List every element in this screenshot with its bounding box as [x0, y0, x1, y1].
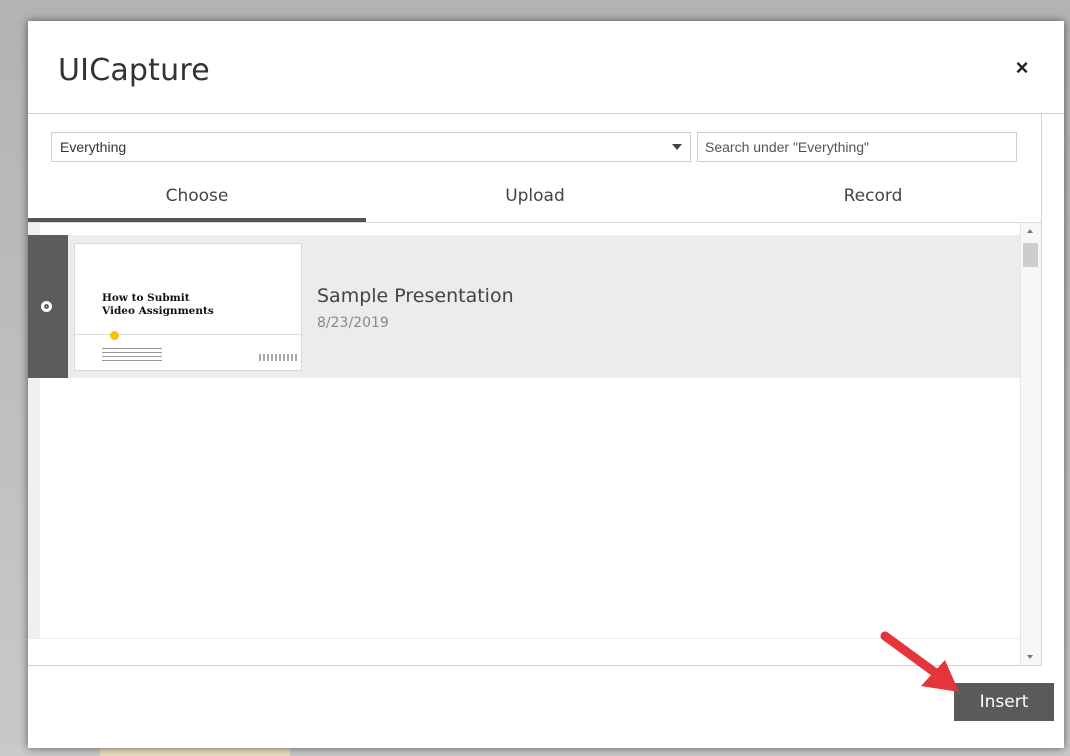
- dialog-header: UICapture ×: [28, 21, 1064, 114]
- search-input[interactable]: [697, 132, 1017, 162]
- lightbulb-icon: [110, 331, 119, 340]
- item-radio-button[interactable]: [41, 301, 52, 312]
- category-select-value: Everything: [60, 139, 127, 155]
- uicapture-dialog: UICapture × Everything Choose Upload Rec…: [28, 21, 1064, 748]
- item-select-column: [28, 235, 68, 378]
- item-thumbnail: How to Submit Video Assignments: [74, 243, 302, 371]
- scroll-up-icon[interactable]: [1027, 229, 1033, 233]
- chevron-down-icon: [672, 144, 682, 150]
- category-select[interactable]: Everything: [51, 132, 691, 162]
- list-scrollbar[interactable]: [1020, 223, 1041, 665]
- thumbnail-title: How to Submit Video Assignments: [102, 292, 214, 317]
- thumbnail-logo: [259, 354, 297, 361]
- thumbnail-contact-text: [102, 348, 162, 362]
- annotation-arrow-icon: [880, 631, 959, 692]
- thumbnail-divider: [75, 334, 301, 335]
- dialog-title: UICapture: [58, 53, 210, 88]
- scrollbar-thumb[interactable]: [1023, 243, 1038, 267]
- scroll-down-icon[interactable]: [1027, 655, 1033, 659]
- tab-record[interactable]: Record: [704, 174, 1042, 220]
- tab-upload[interactable]: Upload: [366, 174, 704, 220]
- tab-choose[interactable]: Choose: [28, 174, 366, 222]
- list-item[interactable]: How to Submit Video Assignments Sample P…: [28, 235, 1020, 378]
- list-ghost-row: [28, 638, 1020, 665]
- media-list: How to Submit Video Assignments Sample P…: [28, 223, 1020, 665]
- tab-bar: Choose Upload Record: [28, 174, 1041, 223]
- item-name: Sample Presentation: [317, 285, 514, 307]
- item-date: 8/23/2019: [317, 315, 389, 331]
- dialog-body: Everything Choose Upload Record How to S…: [28, 114, 1042, 666]
- close-icon[interactable]: ×: [1010, 56, 1034, 80]
